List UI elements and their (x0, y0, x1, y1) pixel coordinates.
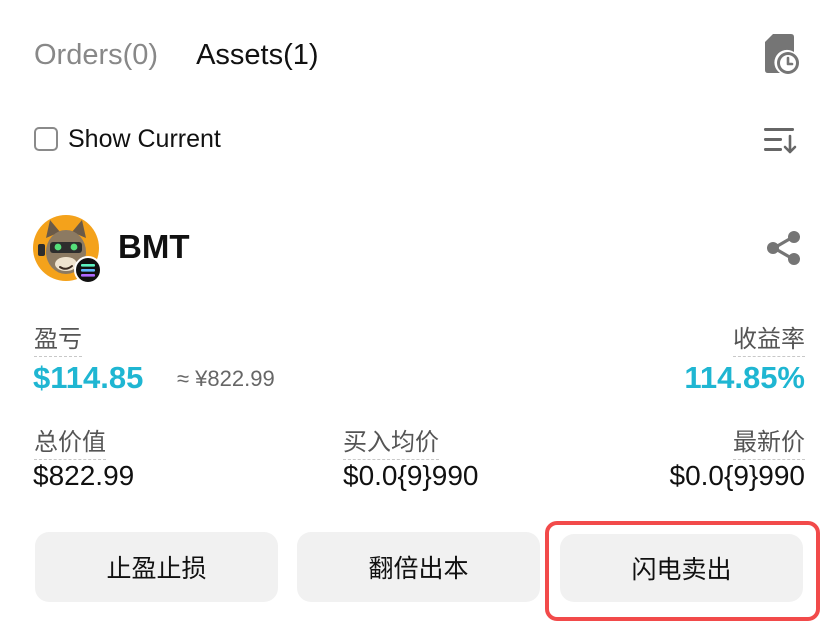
solana-badge-icon (81, 264, 95, 277)
total-value: $822.99 (33, 460, 135, 491)
double-recover-cost-button[interactable]: 翻倍出本 (297, 532, 540, 602)
avg-buy-price-value: $0.0{9}990 (343, 460, 479, 491)
avg-buy-price-label: 买入均价 (343, 422, 439, 460)
tab-bar: Orders(0) Assets(1) (34, 30, 319, 80)
show-current-label: Show Current (68, 124, 221, 153)
latest-price-value: $0.0{9}990 (669, 460, 806, 491)
latest-price-label: 最新价 (733, 422, 805, 460)
pnl-value: $114.85 (33, 360, 144, 395)
token-avatar (32, 214, 102, 284)
pnl-cny-value: ≈ ¥822.99 (177, 366, 275, 391)
history-clock-icon[interactable] (760, 32, 802, 76)
yield-label: 收益率 (733, 319, 805, 357)
pnl-label: 盈亏 (34, 319, 82, 357)
total-value-label: 总价值 (34, 422, 106, 460)
tab-orders[interactable]: Orders(0) (34, 39, 158, 72)
flash-sell-button[interactable]: 闪电卖出 (560, 534, 803, 602)
tab-assets[interactable]: Assets(1) (196, 39, 318, 72)
token-symbol: BMT (118, 228, 190, 265)
yield-value: 114.85% (684, 360, 805, 395)
share-icon[interactable] (764, 230, 802, 266)
show-current-toggle[interactable]: Show Current (34, 122, 221, 156)
take-profit-stop-loss-button[interactable]: 止盈止损 (35, 532, 278, 602)
show-current-checkbox[interactable] (34, 127, 58, 151)
sort-list-icon[interactable] (762, 124, 798, 156)
